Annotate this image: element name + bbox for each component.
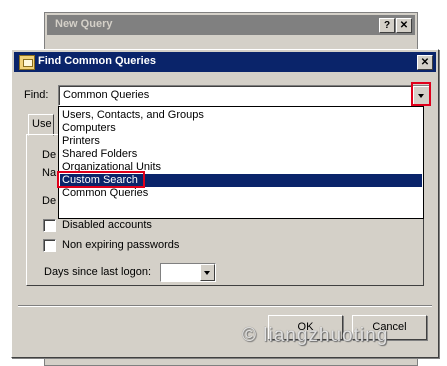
days-since-logon-label: Days since last logon: bbox=[44, 266, 151, 278]
list-item[interactable]: Printers bbox=[60, 135, 422, 148]
watermark: © liangzhuoting bbox=[242, 325, 389, 346]
non-expiring-passwords-checkbox[interactable] bbox=[43, 239, 56, 252]
dropdown-highlight-box bbox=[411, 82, 431, 106]
dialog-titlebar: Find Common Queries ✕ bbox=[14, 52, 436, 72]
list-item[interactable]: Shared Folders bbox=[60, 148, 422, 161]
field-label-fragment: De bbox=[42, 195, 57, 207]
close-icon[interactable]: ✕ bbox=[396, 18, 412, 33]
disabled-accounts-checkbox[interactable] bbox=[43, 219, 56, 232]
non-expiring-passwords-label: Non expiring passwords bbox=[62, 239, 180, 251]
custom-search-highlight-box bbox=[57, 171, 145, 188]
new-query-title: New Query bbox=[55, 18, 113, 30]
find-common-queries-dialog: Find Common Queries ✕ Find: Common Queri… bbox=[11, 49, 439, 358]
tab-users-label: Use bbox=[32, 118, 52, 130]
list-item[interactable]: Computers bbox=[60, 122, 422, 135]
app-icon bbox=[19, 55, 35, 70]
new-query-titlebar: New Query ? ✕ bbox=[47, 15, 415, 35]
close-icon[interactable]: ✕ bbox=[417, 55, 433, 70]
divider bbox=[18, 305, 432, 307]
find-dropdown-list[interactable]: Users, Contacts, and Groups Computers Pr… bbox=[58, 106, 424, 219]
disabled-accounts-label: Disabled accounts bbox=[62, 219, 152, 231]
find-label: Find: bbox=[24, 89, 49, 101]
days-dropdown-button[interactable] bbox=[200, 264, 215, 281]
chevron-down-icon bbox=[204, 271, 210, 275]
field-label-fragment: De bbox=[42, 149, 57, 161]
list-item[interactable]: Users, Contacts, and Groups bbox=[60, 109, 422, 122]
help-button[interactable]: ? bbox=[379, 18, 395, 33]
find-combobox[interactable]: Common Queries bbox=[58, 85, 431, 106]
list-item[interactable]: Common Queries bbox=[60, 187, 422, 200]
find-combobox-value: Common Queries bbox=[63, 89, 150, 101]
days-since-logon-select[interactable] bbox=[160, 263, 216, 282]
dialog-title: Find Common Queries bbox=[38, 55, 156, 67]
tab-users[interactable]: Use bbox=[28, 114, 54, 136]
field-label-fragment: Na bbox=[42, 167, 57, 179]
